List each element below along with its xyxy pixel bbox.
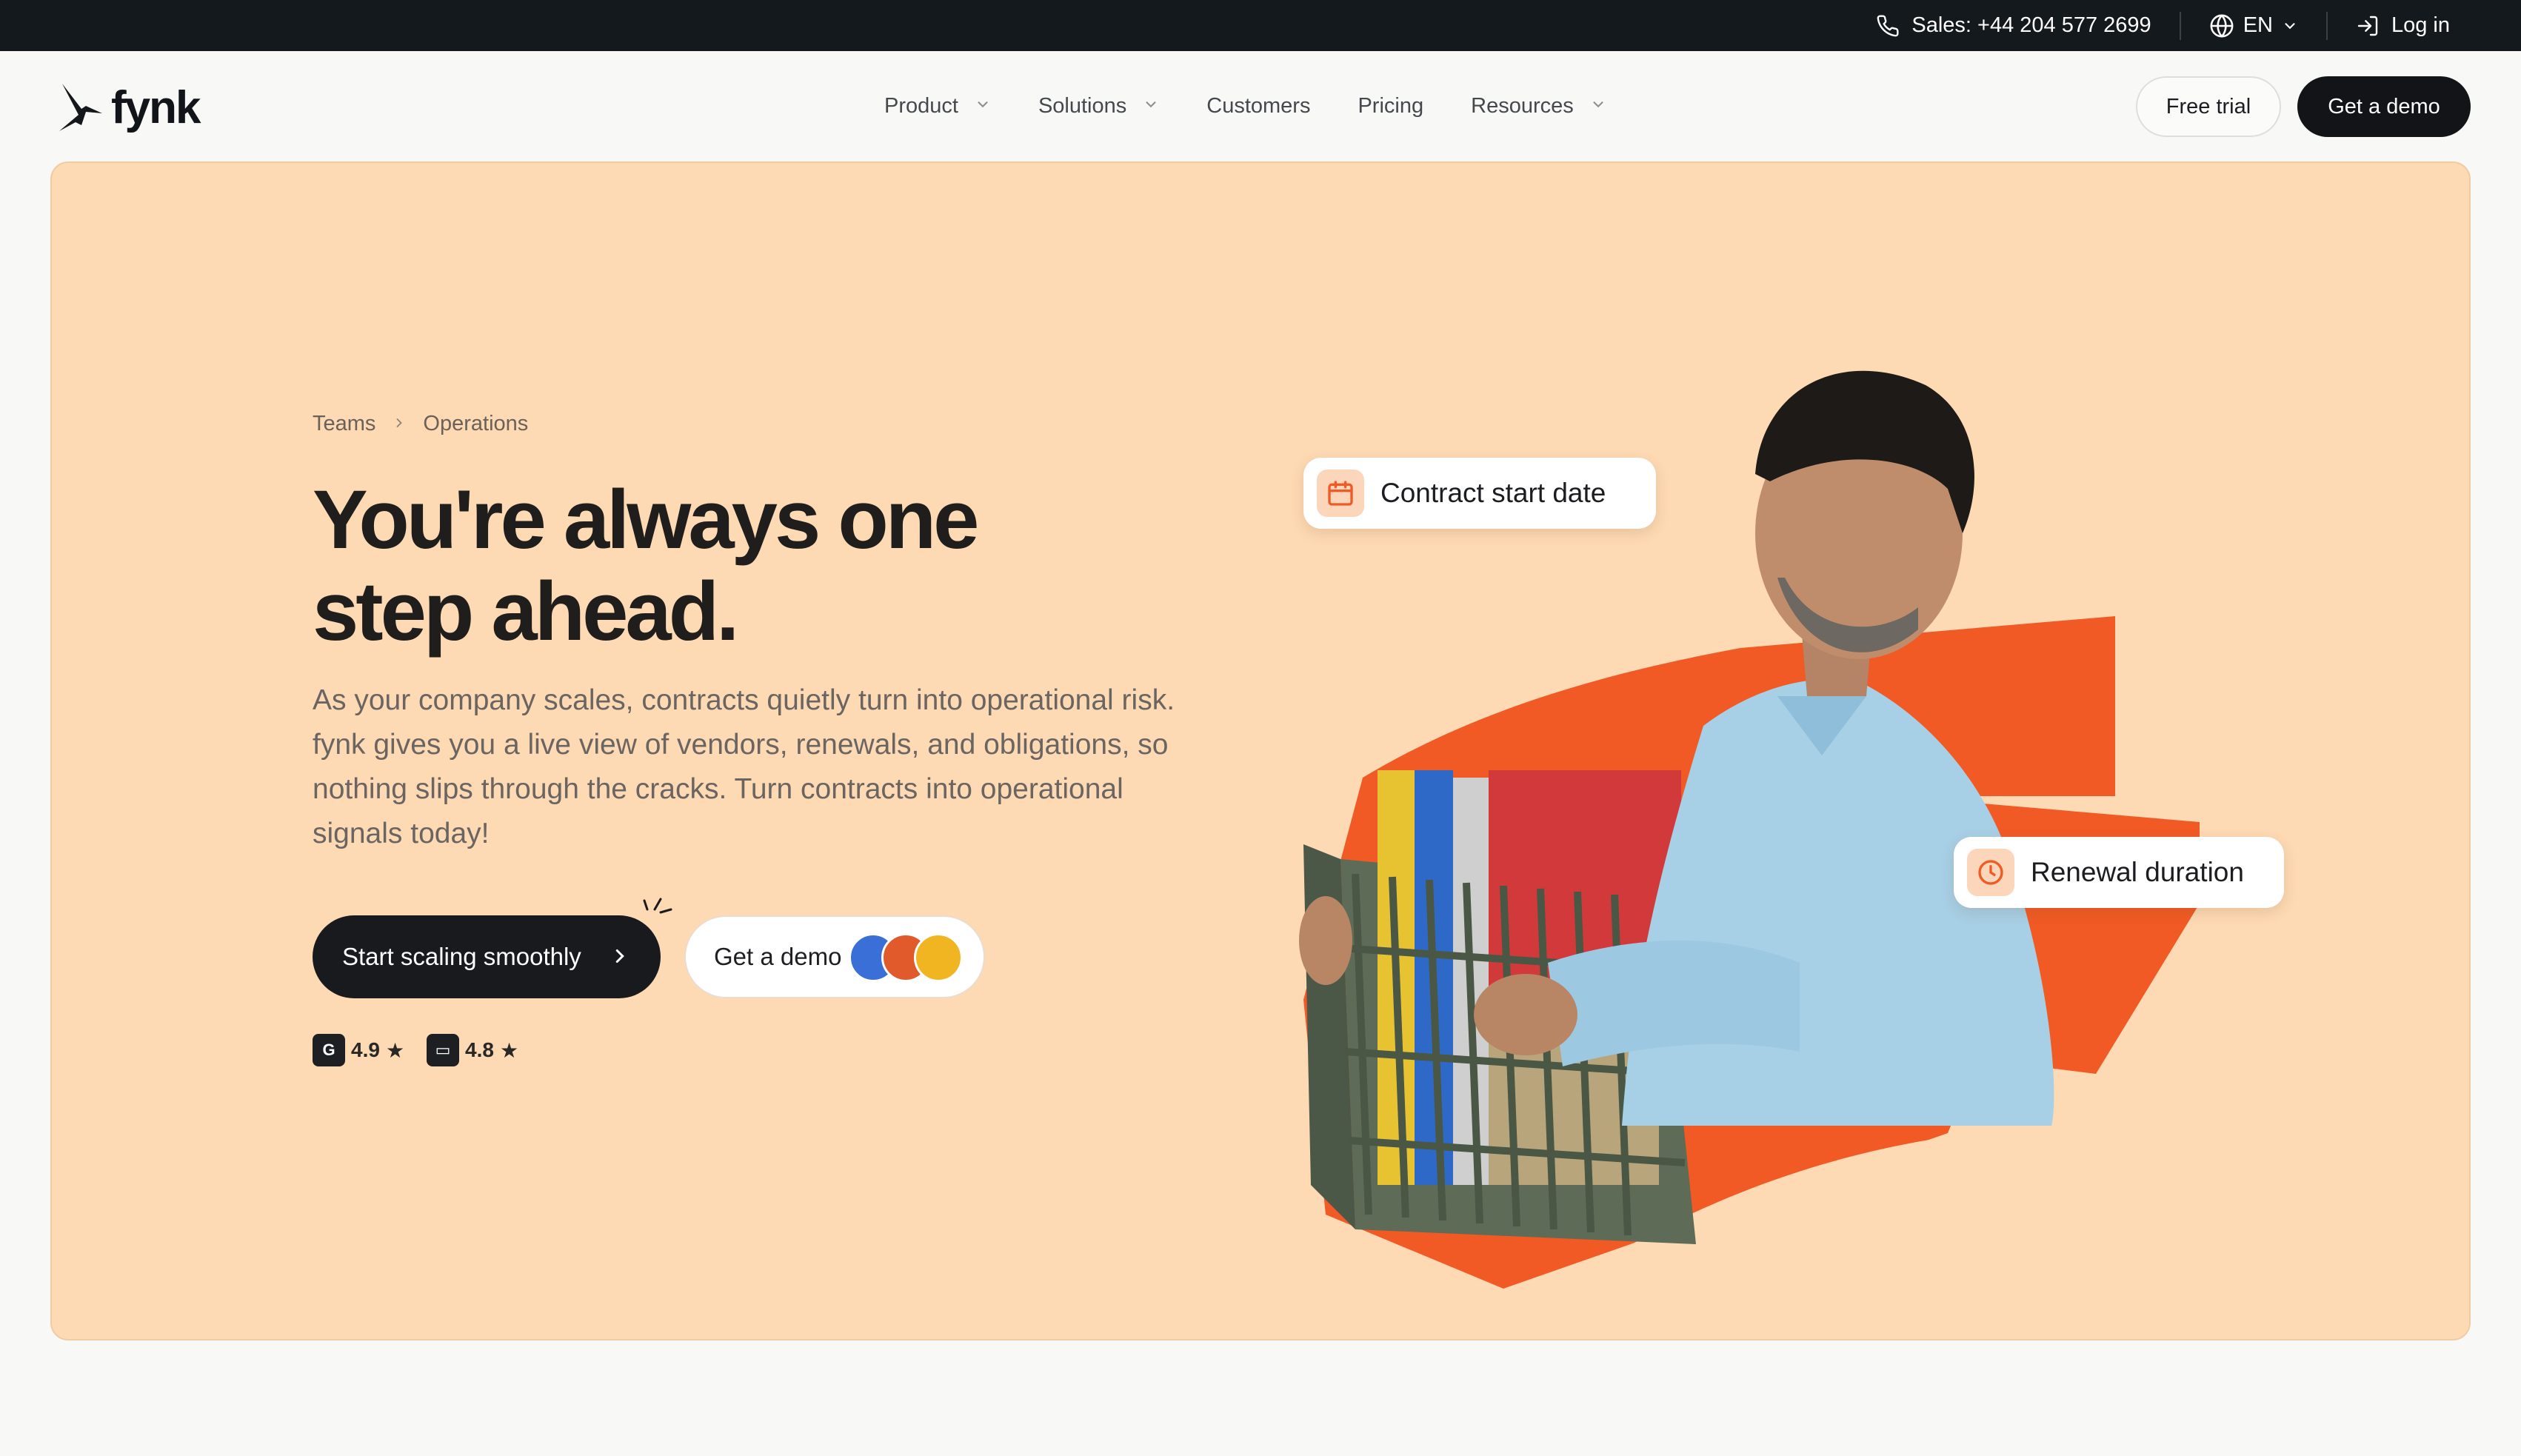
rating-value: 4.9 [351, 1038, 380, 1061]
phone-icon [1876, 14, 1900, 38]
ratings-row: G 4.9 ★ ▭ 4.8 ★ [313, 1034, 518, 1066]
hero-subtitle: As your company scales, contracts quietl… [313, 684, 1175, 849]
nav-item-label: Pricing [1358, 93, 1424, 118]
breadcrumb: Teams Operations [313, 412, 528, 436]
chevron-down-icon [1143, 94, 1159, 118]
divider [2325, 11, 2328, 40]
calendar-icon [1317, 470, 1364, 517]
chevron-right-icon [392, 412, 407, 436]
nav-item-product[interactable]: Product [884, 94, 991, 118]
capterra-rating: ▭ 4.8 ★ [427, 1034, 518, 1066]
breadcrumb-teams[interactable]: Teams [313, 412, 375, 436]
sparkle-icon [638, 896, 680, 926]
get-demo-button[interactable]: Get a demo [2297, 76, 2471, 137]
rating-value: 4.8 [465, 1038, 494, 1061]
clock-icon [1967, 849, 2014, 896]
nav-item-solutions[interactable]: Solutions [1038, 94, 1159, 118]
start-scaling-button[interactable]: Start scaling smoothly [313, 915, 661, 998]
nav-item-customers[interactable]: Customers [1206, 94, 1310, 118]
globe-icon [2209, 13, 2234, 39]
sales-phone-text: Sales: +44 204 577 2699 [1911, 13, 2151, 37]
logo-wordmark: fynk [111, 81, 201, 133]
capterra-icon: ▭ [427, 1034, 460, 1066]
top-utility-bar: Sales: +44 204 577 2699 EN Log in [0, 0, 2521, 51]
g2-icon: G [313, 1034, 345, 1066]
star-icon: ★ [499, 1038, 519, 1062]
sales-phone-link[interactable]: Sales: +44 204 577 2699 [1876, 13, 2151, 38]
language-label: EN [2243, 13, 2273, 37]
free-trial-button[interactable]: Free trial [2136, 76, 2281, 137]
nav-item-resources[interactable]: Resources [1471, 94, 1606, 118]
breadcrumb-operations[interactable]: Operations [423, 412, 528, 436]
fynk-logo[interactable]: fynk [56, 79, 201, 136]
hero-section: Contract start date Renewal duration Tea… [50, 161, 2471, 1340]
get-demo-secondary-button[interactable]: Get a demo [684, 915, 985, 998]
language-selector[interactable]: EN [2209, 13, 2298, 39]
nav-item-label: Customers [1206, 93, 1311, 118]
contract-start-date-tag: Contract start date [1303, 458, 1656, 529]
button-label: Get a demo [714, 943, 842, 970]
nav-item-label: Resources [1471, 93, 1574, 118]
nav-item-label: Product [884, 93, 958, 118]
button-label: Start scaling smoothly [342, 943, 581, 970]
login-icon [2356, 14, 2380, 38]
title-line-2: step ahead. [313, 565, 739, 658]
g2-rating: G 4.9 ★ [313, 1034, 404, 1066]
star-icon: ★ [385, 1038, 405, 1062]
chevron-down-icon [1590, 94, 1606, 118]
nav-item-label: Solutions [1038, 93, 1127, 118]
page-title: You're always one step ahead. [313, 474, 1127, 658]
title-line-1: You're always one [313, 473, 979, 566]
divider [2179, 11, 2181, 40]
tag-label: Renewal duration [2031, 857, 2244, 887]
login-label: Log in [2391, 13, 2450, 37]
tag-label: Contract start date [1380, 478, 1606, 508]
chevron-down-icon [2282, 18, 2298, 34]
nav-item-pricing[interactable]: Pricing [1358, 94, 1423, 118]
chevron-down-icon [975, 94, 991, 118]
renewal-duration-tag: Renewal duration [1954, 837, 2284, 908]
nav-menu: Product Solutions Customers Pricing Reso… [884, 84, 1606, 128]
team-avatars [849, 933, 967, 982]
avatar [914, 933, 963, 982]
main-navigation: fynk Product Solutions Customers Pricing… [0, 51, 2521, 162]
bird-logo-icon [56, 79, 105, 136]
login-link[interactable]: Log in [2356, 13, 2450, 38]
chevron-right-icon [609, 945, 631, 973]
